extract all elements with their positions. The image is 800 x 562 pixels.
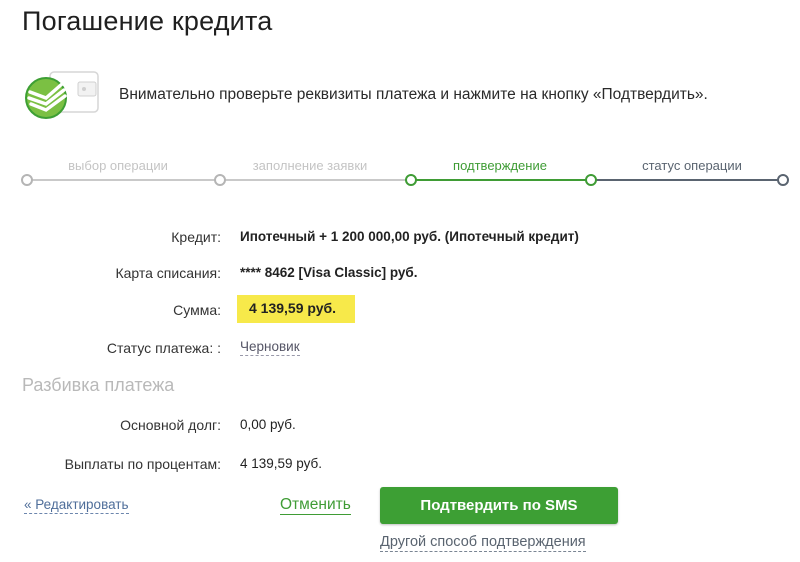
sum-value: 4 139,59 руб. — [237, 295, 355, 323]
step-dot-1 — [21, 174, 33, 186]
wallet-logo — [22, 70, 102, 122]
step-label-fill: заполнение заявки — [252, 158, 368, 173]
credit-label: Кредит: — [171, 229, 221, 245]
principal-label: Основной долг: — [120, 417, 221, 433]
step-dot-2 — [214, 174, 226, 186]
principal-value: 0,00 руб. — [240, 417, 296, 432]
cancel-link[interactable]: Отменить — [280, 496, 351, 515]
step-label-confirm: подтверждение — [453, 158, 547, 173]
step-label-choose: выбор операции — [68, 158, 168, 173]
step-label-status: статус операции — [642, 158, 742, 173]
status-label: Статус платежа: : — [106, 340, 221, 356]
confirm-sms-button[interactable]: Подтвердить по SMS — [380, 487, 618, 524]
edit-link[interactable]: « Редактировать — [24, 497, 129, 514]
card-label: Карта списания: — [115, 265, 221, 281]
stepper-line-next — [590, 179, 784, 181]
step-dot-end — [777, 174, 789, 186]
status-value-link[interactable]: Черновик — [240, 339, 300, 356]
credit-value: Ипотечный + 1 200 000,00 руб. (Ипотечный… — [240, 229, 579, 244]
step-dot-4 — [585, 174, 597, 186]
page-title: Погашение кредита — [22, 6, 273, 36]
other-confirmation-link[interactable]: Другой способ подтверждения — [380, 534, 586, 552]
stepper-line-active — [410, 179, 590, 181]
card-value: **** 8462 [Visa Classic] руб. — [240, 265, 418, 280]
sberbank-logo-icon — [25, 77, 67, 119]
sum-label: Сумма: — [173, 302, 221, 318]
interest-value: 4 139,59 руб. — [240, 456, 323, 471]
step-dot-3 — [405, 174, 417, 186]
interest-label: Выплаты по процентам: — [64, 456, 221, 472]
breakdown-title: Разбивка платежа — [22, 375, 175, 395]
instruction-text: Внимательно проверьте реквизиты платежа … — [119, 86, 708, 103]
